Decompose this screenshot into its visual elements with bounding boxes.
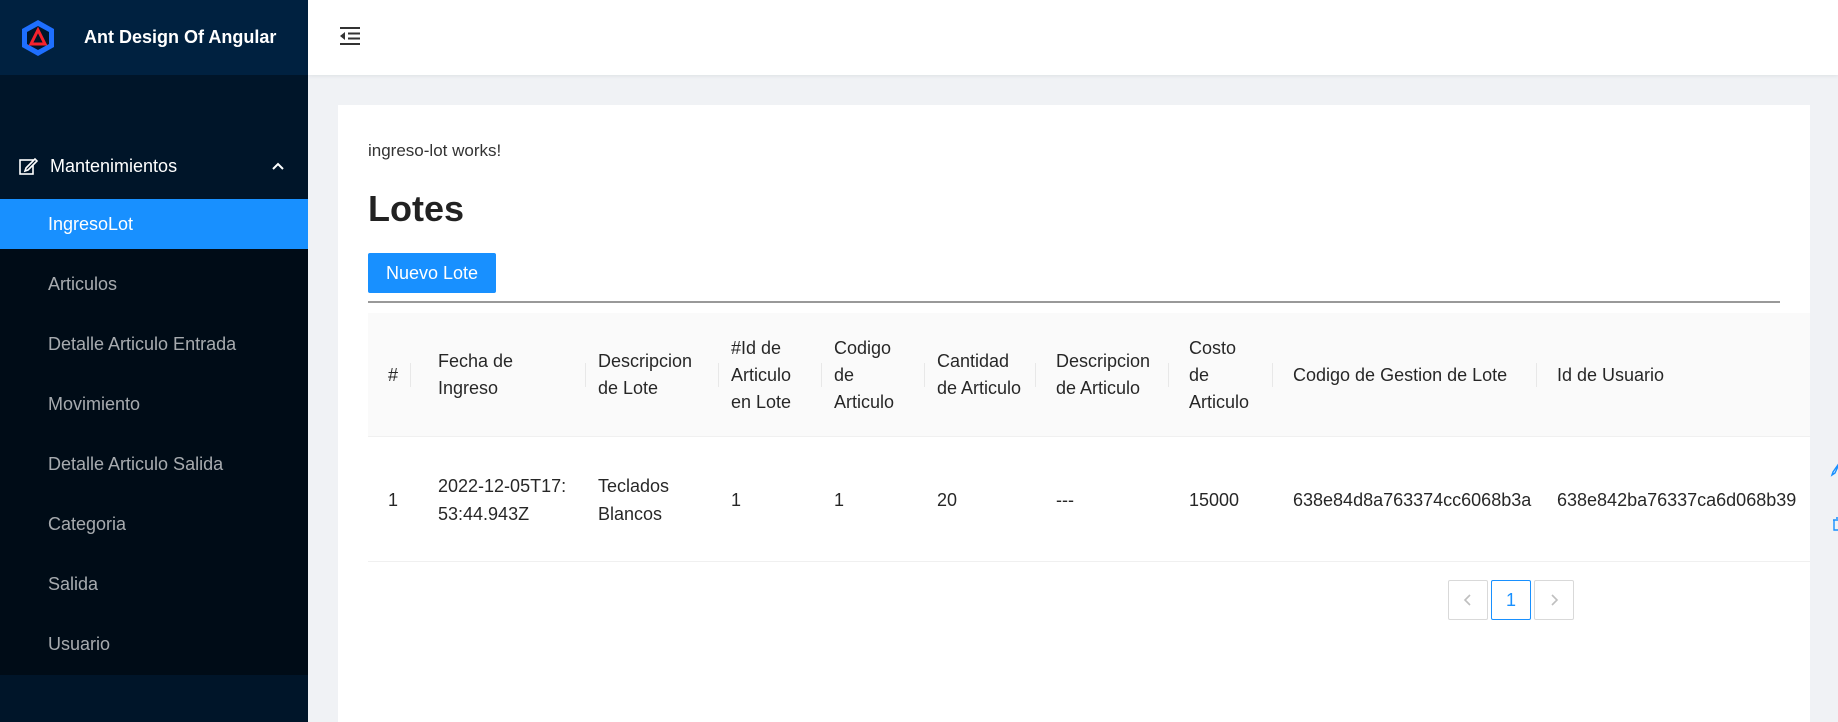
delete-icon[interactable] — [1830, 515, 1838, 533]
works-text: ingreso-lot works! — [368, 141, 502, 160]
sidebar-item-label: Usuario — [48, 633, 111, 654]
ant-design-logo-icon — [22, 19, 54, 56]
sidebar-item-categoria[interactable]: Categoria — [0, 499, 308, 549]
table-row: 1 2022-12-05T17:53:44.943Z Teclados Blan… — [368, 437, 1810, 562]
submenu-mantenimientos[interactable]: Mantenimientos — [0, 146, 308, 186]
logo-area[interactable]: Ant Design Of Angular — [0, 0, 308, 75]
sidebar-item-label: Detalle Articulo Entrada — [48, 333, 237, 354]
table-header: # Fecha de Ingreso Descripcion de Lote #… — [368, 313, 1810, 437]
submenu-list: IngresoLot Articulos Detalle Articulo En… — [0, 199, 308, 675]
sidebar-item-label: Salida — [48, 573, 99, 594]
sidebar-item-ingresolot[interactable]: IngresoLot — [0, 199, 308, 249]
pagination-page-1[interactable]: 1 — [1491, 580, 1531, 620]
app-title: Ant Design Of Angular — [84, 27, 277, 47]
table-cell: 20 — [937, 489, 958, 510]
sidebar-item-salida[interactable]: Salida — [0, 559, 308, 609]
table-cell: 2022-12-05T17:53:44.943Z — [438, 475, 567, 524]
column-header: Codigo de Articulo — [822, 313, 925, 437]
page-title: Lotes — [368, 188, 465, 229]
sidebar-item-label: IngresoLot — [48, 213, 134, 234]
main-content: ingreso-lot works! Lotes Nuevo Lote # Fe… — [338, 105, 1810, 722]
column-header: Fecha de Ingreso — [411, 313, 586, 437]
table-cell: 638e84d8a763374cc6068b3a — [1293, 489, 1532, 510]
sidebar-item-detalle-articulo-entrada[interactable]: Detalle Articulo Entrada — [0, 319, 308, 369]
table-cell: 15000 — [1189, 489, 1240, 510]
menu-fold-icon[interactable] — [338, 24, 362, 48]
chevron-right-icon — [1551, 594, 1559, 606]
table-cell: --- — [1056, 489, 1074, 510]
sidebar-item-label: Articulos — [48, 273, 118, 294]
top-header — [308, 0, 1838, 75]
table-cell: 1 — [388, 489, 399, 510]
divider — [368, 301, 1780, 303]
sidebar-item-usuario[interactable]: Usuario — [0, 619, 308, 669]
edit-icon[interactable] — [1830, 460, 1838, 478]
table-cell: Teclados Blancos — [598, 475, 670, 524]
sidebar: Ant Design Of Angular Mantenimientos Ing… — [0, 0, 308, 722]
sidebar-item-label: Categoria — [48, 513, 127, 534]
table-cell: 1 — [834, 489, 845, 510]
column-header: Id de Usuario — [1557, 364, 1665, 385]
column-header: Descripcion de Articulo — [1036, 313, 1169, 437]
sidebar-item-label: Detalle Articulo Salida — [48, 453, 224, 474]
sidebar-item-articulos[interactable]: Articulos — [0, 259, 308, 309]
sidebar-item-detalle-articulo-salida[interactable]: Detalle Articulo Salida — [0, 439, 308, 489]
column-header: #Id de Articulo en Lote — [719, 313, 822, 437]
form-edit-icon — [19, 157, 38, 175]
chevron-left-icon — [1463, 594, 1471, 606]
table-cell: 638e842ba76337ca6d068b39 — [1557, 489, 1797, 510]
column-header: # — [368, 313, 411, 437]
column-header: Cantidad de Articulo — [925, 313, 1036, 437]
column-header: Codigo de Gestion de Lote — [1273, 313, 1537, 437]
chevron-up-icon — [272, 162, 284, 170]
table-cell: 1 — [731, 489, 742, 510]
pagination-prev-button[interactable] — [1448, 580, 1488, 620]
column-header: Costo de Articulo — [1169, 313, 1273, 437]
sidebar-item-movimiento[interactable]: Movimiento — [0, 379, 308, 429]
nuevo-lote-button[interactable]: Nuevo Lote — [368, 253, 496, 293]
sidebar-item-label: Movimiento — [48, 393, 141, 414]
pagination-next-button[interactable] — [1534, 580, 1574, 620]
submenu-label: Mantenimientos — [50, 155, 178, 176]
column-header: Descripcion de Lote — [586, 313, 719, 437]
